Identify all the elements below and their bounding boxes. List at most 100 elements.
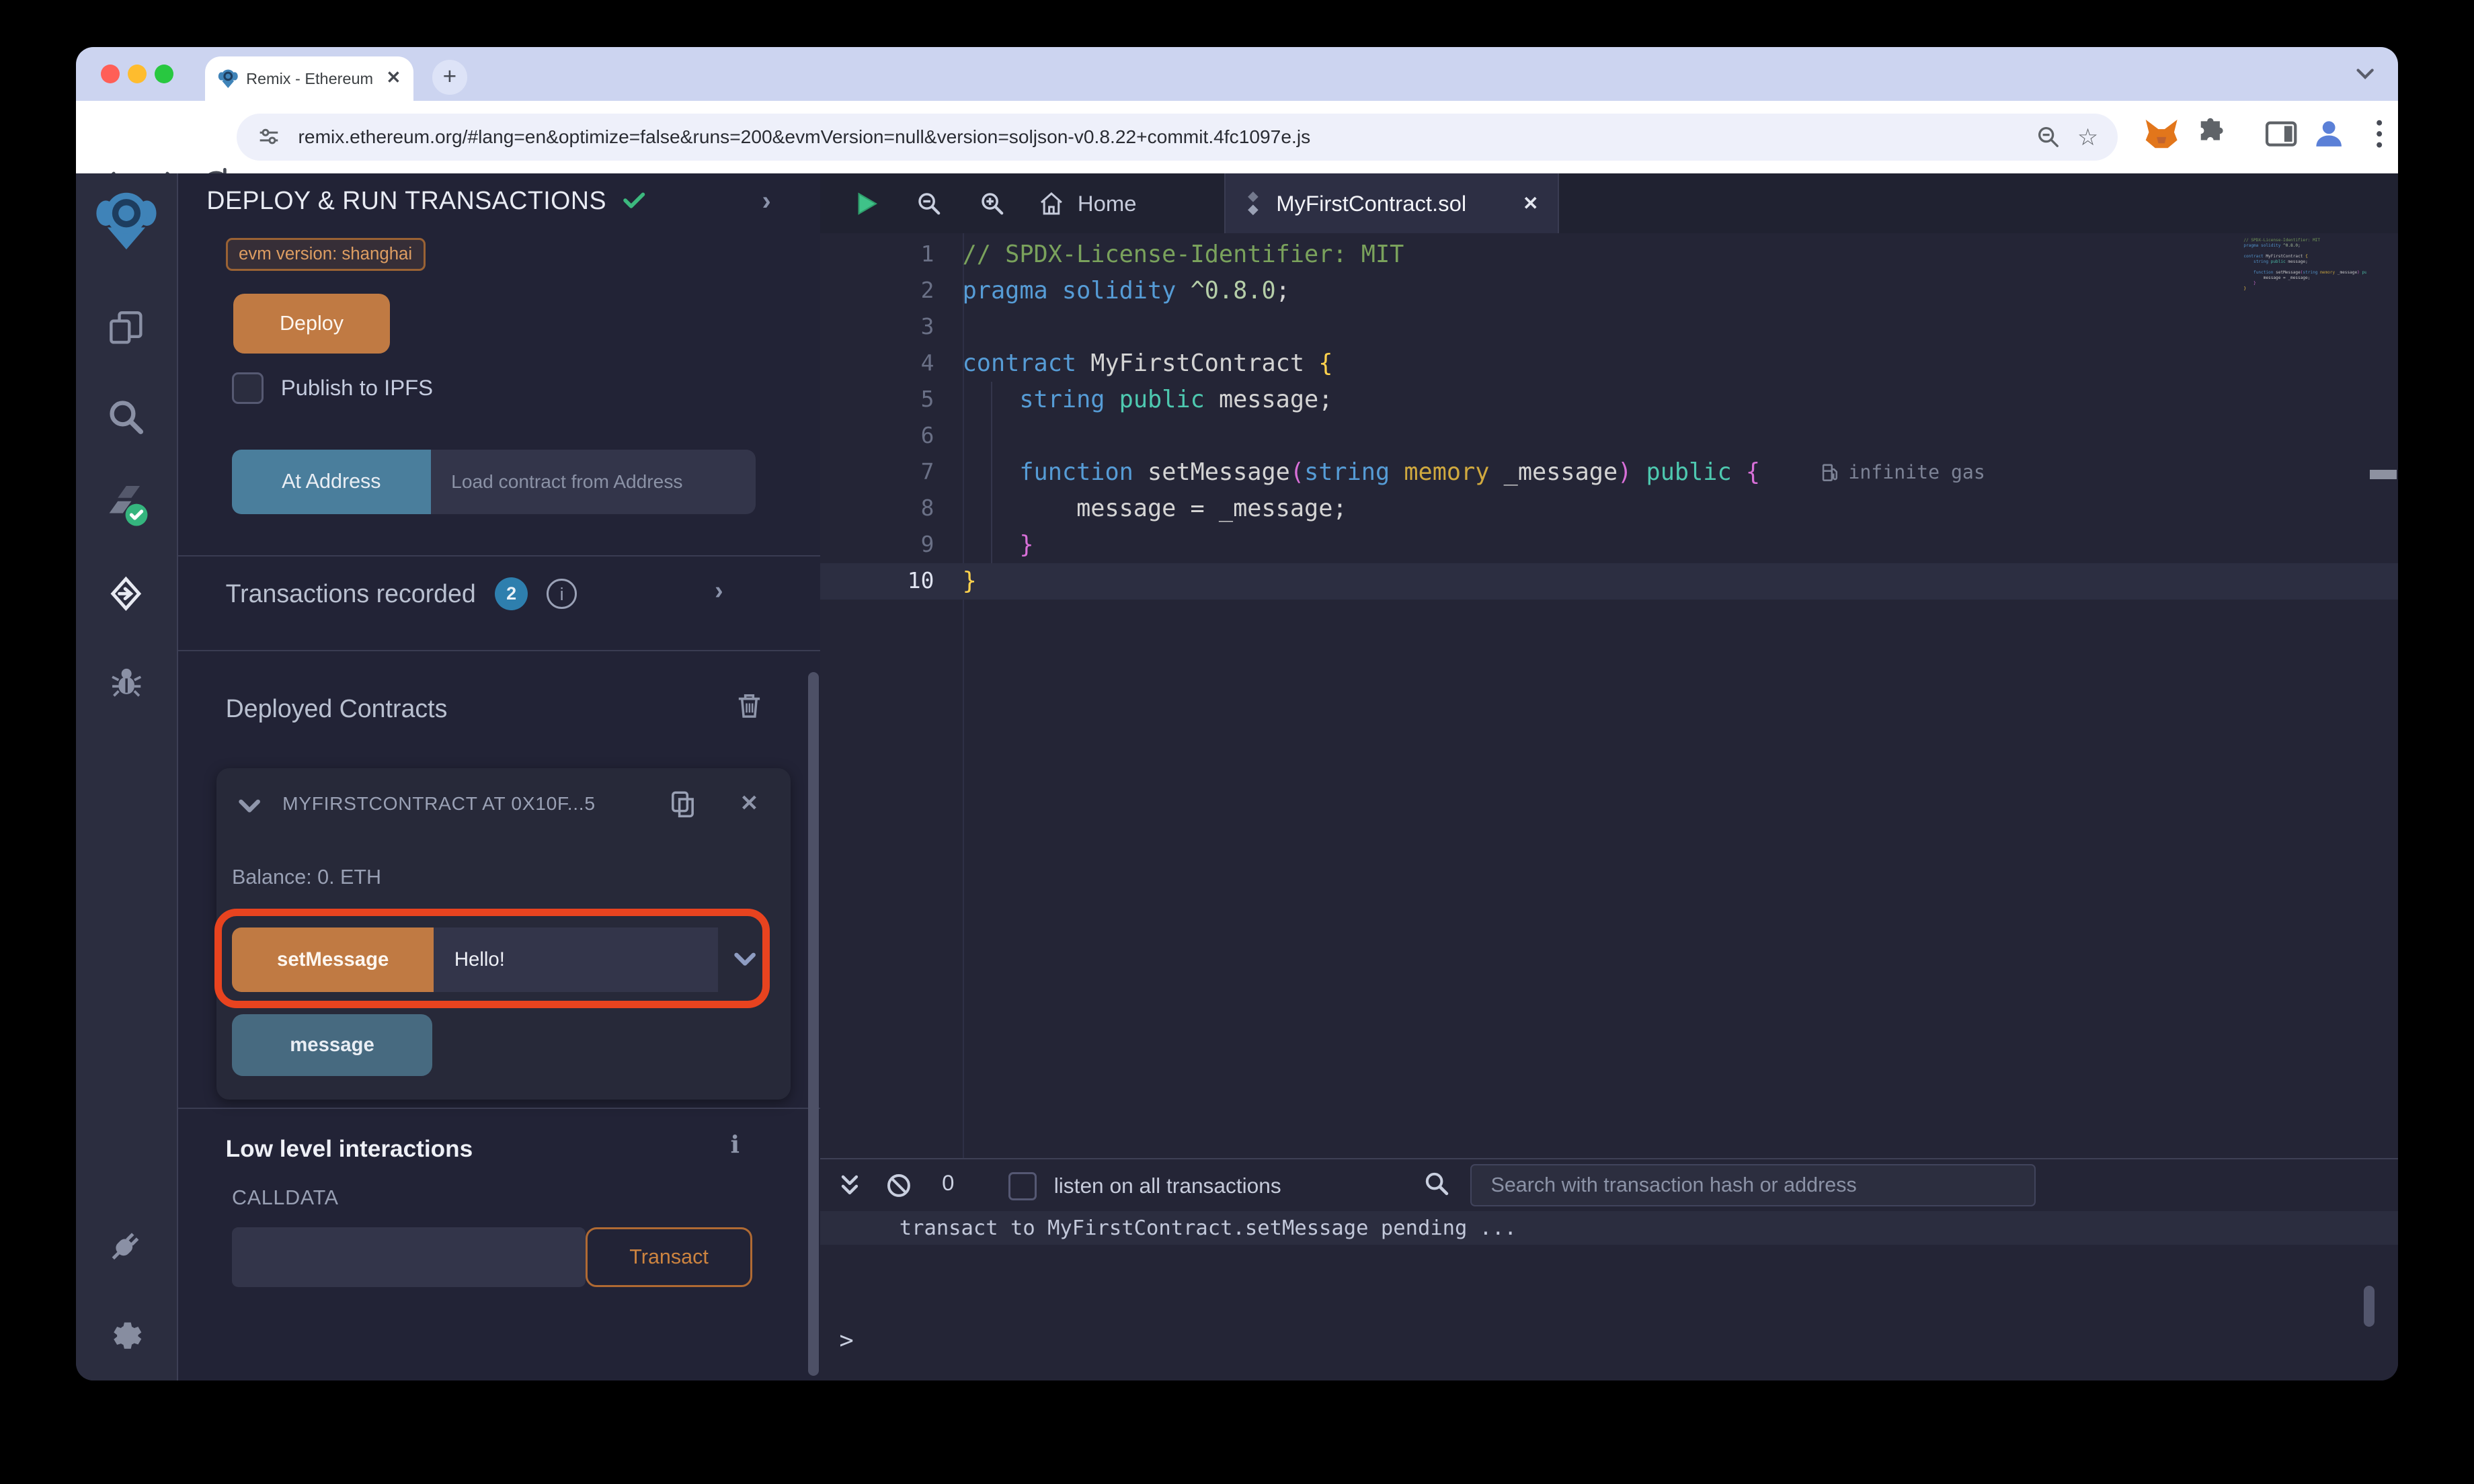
trash-icon[interactable] — [733, 690, 765, 721]
set-message-input[interactable] — [434, 927, 718, 993]
line-number: 8 — [920, 495, 934, 521]
contract-card-header[interactable]: MYFIRSTCONTRACT AT 0X10F...5 ✕ — [216, 787, 791, 825]
new-tab-button[interactable]: + — [432, 60, 467, 95]
minimap-line: message = _message; — [2243, 276, 2311, 281]
terminal-count: 0 — [942, 1170, 955, 1196]
bookmark-star-icon[interactable]: ☆ — [2077, 125, 2099, 149]
chevron-right-icon[interactable]: › — [715, 576, 723, 605]
code-lines[interactable]: 1 // SPDX-License-Identifier: MIT 2 pragma … — [820, 237, 2399, 600]
remix-app: DEPLOY & RUN TRANSACTIONS › evm version:… — [75, 173, 2399, 1380]
code-line[interactable]: 3 — [820, 309, 2398, 345]
tab-home[interactable]: Home — [1038, 173, 1137, 233]
deploy-button[interactable]: Deploy — [233, 293, 390, 354]
info-icon[interactable]: i — [731, 1131, 740, 1159]
line-number: 2 — [920, 277, 934, 303]
terminal-log-text: transact to MyFirstContract.setMessage p… — [899, 1216, 1517, 1240]
address-bar[interactable]: remix.ethereum.org/#lang=en&optimize=fal… — [237, 113, 2118, 161]
transactions-recorded-label: Transactions recorded — [225, 579, 476, 608]
profile-icon[interactable] — [2310, 115, 2348, 153]
listen-checkbox[interactable] — [1008, 1171, 1037, 1200]
traffic-zoom-button[interactable] — [154, 65, 174, 84]
ban-icon[interactable] — [885, 1172, 912, 1199]
home-tab-label: Home — [1077, 190, 1137, 216]
plugin-manager-icon[interactable] — [76, 1226, 177, 1266]
at-address-button[interactable]: At Address — [231, 449, 431, 515]
code-editor[interactable]: 1 // SPDX-License-Identifier: MIT 2 pragma … — [820, 233, 2399, 1159]
code-line[interactable]: 7 function setMessage(string memory _mes… — [820, 454, 2398, 491]
home-icon — [1041, 192, 1063, 215]
traffic-close-button[interactable] — [101, 65, 120, 84]
check-icon — [623, 192, 645, 209]
minimap-line: pragma solidity ^0.8.0; — [2243, 243, 2301, 249]
minimap-line: function setMessage(string memory _messa… — [2253, 270, 2366, 276]
collapse-terminal-icon[interactable] — [836, 1172, 863, 1199]
zoom-in-icon[interactable] — [978, 190, 1006, 218]
terminal: 0 listen on all transactions transact to… — [820, 1158, 2399, 1380]
side-panel-icon[interactable] — [2262, 115, 2300, 153]
url-text[interactable]: remix.ethereum.org/#lang=en&optimize=fal… — [298, 126, 2020, 148]
terminal-log-row[interactable]: transact to MyFirstContract.setMessage p… — [820, 1211, 2399, 1245]
code-line[interactable]: 6 — [820, 418, 2398, 454]
set-message-button[interactable]: setMessage — [231, 927, 434, 993]
search-icon[interactable] — [76, 397, 177, 437]
browser-tab[interactable]: Remix - Ethereum IDE ✕ — [205, 56, 413, 101]
code-line[interactable]: 1 // SPDX-License-Identifier: MIT — [820, 237, 2398, 273]
divider — [178, 555, 821, 557]
extensions-icon[interactable] — [2193, 115, 2231, 153]
low-level-title: Low level interactions — [225, 1135, 473, 1162]
code-line[interactable]: 10} — [820, 563, 2399, 600]
line-number: 4 — [920, 349, 934, 376]
terminal-scrollbar[interactable] — [2363, 1285, 2375, 1327]
tab-myfirstcontract[interactable]: MyFirstContract.sol ✕ — [1224, 173, 1559, 234]
transact-button[interactable]: Transact — [585, 1227, 753, 1288]
chevron-right-icon[interactable]: › — [762, 186, 771, 216]
remix-logo-icon[interactable] — [76, 190, 177, 253]
file-explorer-icon[interactable] — [76, 308, 177, 347]
panel-scrollbar[interactable] — [807, 671, 820, 1376]
info-icon[interactable]: i — [547, 579, 577, 609]
terminal-prompt[interactable]: > — [840, 1327, 854, 1354]
zoom-out-icon[interactable] — [915, 190, 943, 218]
copy-icon[interactable] — [668, 787, 699, 822]
site-settings-icon[interactable] — [255, 124, 282, 151]
chevron-down-icon[interactable] — [2351, 62, 2379, 87]
settings-gear-icon[interactable] — [76, 1313, 177, 1352]
calldata-label: CALLDATA — [231, 1186, 339, 1209]
close-icon[interactable]: ✕ — [740, 790, 759, 816]
chevron-down-icon[interactable] — [731, 945, 759, 973]
minimap-line: contract MyFirstContract { — [2243, 254, 2308, 259]
terminal-search-input[interactable] — [1470, 1164, 2036, 1207]
traffic-minimize-button[interactable] — [128, 65, 147, 84]
publish-ipfs-checkbox[interactable] — [231, 372, 264, 404]
metamask-icon[interactable] — [2143, 115, 2180, 153]
code-line[interactable]: 2 pragma solidity ^0.8.0; — [820, 273, 2398, 309]
debugger-icon[interactable] — [76, 663, 177, 700]
code-line[interactable]: 9 } — [820, 527, 2398, 563]
solidity-file-icon — [1248, 192, 1259, 216]
at-address-input[interactable] — [430, 449, 756, 515]
zoom-minus-icon[interactable] — [2035, 124, 2062, 151]
menu-dots-icon[interactable] — [2360, 115, 2398, 153]
code-line[interactable]: 8 message = _message; — [820, 491, 2398, 527]
close-icon[interactable]: ✕ — [386, 70, 401, 87]
at-address-group: At Address — [231, 449, 756, 515]
minimap[interactable]: // SPDX-License-Identifier: MIT pragma so… — [2243, 238, 2366, 292]
play-icon[interactable] — [852, 190, 880, 218]
solidity-compiler-icon[interactable] — [76, 483, 177, 527]
panel-title: DEPLOY & RUN TRANSACTIONS — [206, 186, 649, 215]
deploy-run-icon[interactable] — [76, 574, 177, 614]
minimap-line: string public message; — [2253, 259, 2308, 265]
code-text: function setMessage(string memory _messa… — [1019, 458, 1760, 486]
code-line[interactable]: 5 string public message; — [820, 382, 2398, 418]
code-text: pragma solidity ^0.8.0; — [962, 276, 1290, 304]
minimap-line: // SPDX-License-Identifier: MIT — [2243, 238, 2321, 243]
message-button[interactable]: message — [231, 1014, 433, 1076]
terminal-search-icon — [1425, 1173, 1449, 1196]
contract-name: MYFIRSTCONTRACT AT 0X10F...5 — [282, 793, 596, 815]
chevron-down-icon[interactable] — [235, 792, 264, 820]
code-line[interactable]: 4 contract MyFirstContract { — [820, 345, 2398, 382]
calldata-input[interactable] — [231, 1227, 586, 1288]
minimap-line — [2243, 265, 2366, 270]
close-icon[interactable]: ✕ — [1523, 192, 1539, 214]
deploy-run-panel: DEPLOY & RUN TRANSACTIONS › evm version:… — [178, 173, 821, 1380]
